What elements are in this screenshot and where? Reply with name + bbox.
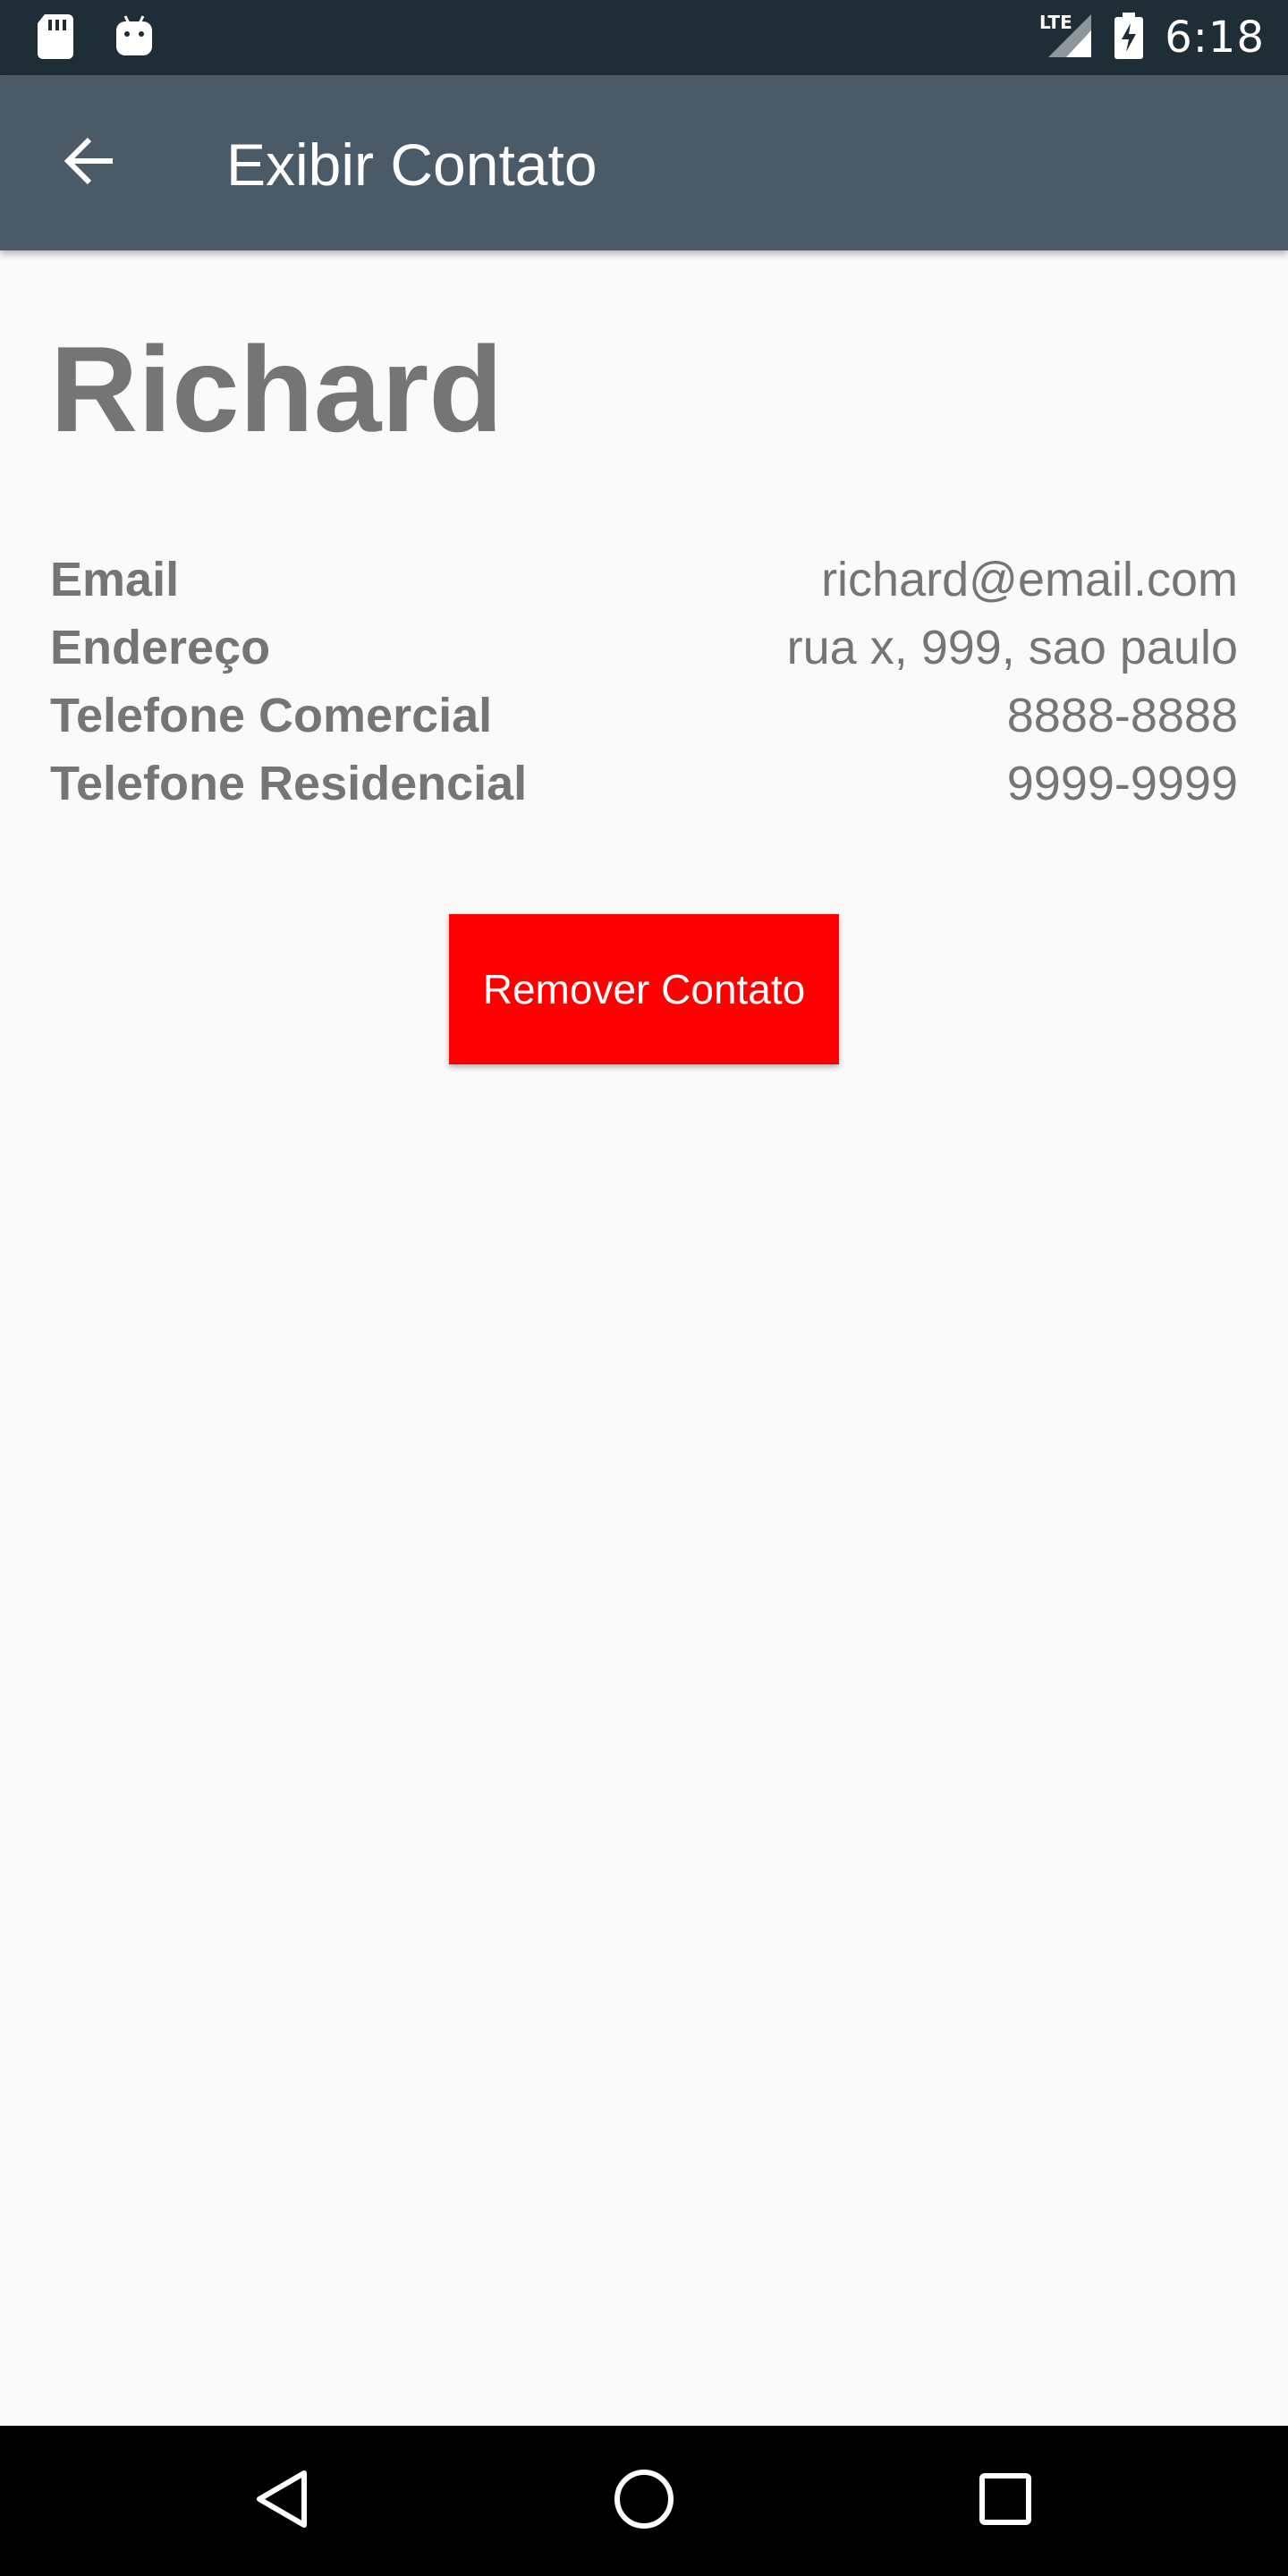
status-notifications xyxy=(36,13,154,63)
detail-row-email: Email richard@email.com xyxy=(50,546,1238,614)
arrow-back-icon xyxy=(63,134,116,192)
navigation-bar xyxy=(0,2426,1288,2576)
detail-row-address: Endereço rua x, 999, sao paulo xyxy=(50,614,1238,682)
back-button[interactable] xyxy=(54,127,125,199)
work-phone-label: Telefone Comercial xyxy=(50,689,493,742)
home-circle-icon xyxy=(612,2467,676,2536)
page-title: Exibir Contato xyxy=(226,131,597,198)
email-label: Email xyxy=(50,553,180,606)
nav-home-button[interactable] xyxy=(599,2456,689,2546)
home-phone-label: Telefone Residencial xyxy=(50,757,528,810)
app-bar: Exibir Contato xyxy=(0,75,1288,250)
status-bar: LTE 6:18 xyxy=(0,0,1288,75)
battery-charging-icon xyxy=(1113,11,1145,65)
email-value: richard@email.com xyxy=(821,553,1238,606)
remove-contact-button[interactable]: Remover Contato xyxy=(449,914,839,1064)
status-time: 6:18 xyxy=(1165,13,1265,63)
sd-card-icon xyxy=(36,13,75,64)
contact-name: Richard xyxy=(50,321,504,457)
address-label: Endereço xyxy=(50,621,271,674)
contact-details: Email richard@email.com Endereço rua x, … xyxy=(50,546,1238,818)
nav-back-button[interactable] xyxy=(238,2456,327,2546)
address-value: rua x, 999, sao paulo xyxy=(786,621,1238,674)
work-phone-value: 8888-8888 xyxy=(1006,689,1238,742)
status-system: LTE 6:18 xyxy=(1039,0,1265,75)
detail-row-home-phone: Telefone Residencial 9999-9999 xyxy=(50,750,1238,818)
lte-signal-icon: LTE xyxy=(1039,11,1093,65)
screen: LTE 6:18 Exibir Contato Richard Email ri… xyxy=(0,0,1288,2576)
back-triangle-icon xyxy=(254,2468,311,2535)
lte-label: LTE xyxy=(1039,12,1072,33)
nav-recents-button[interactable] xyxy=(961,2456,1050,2546)
android-icon xyxy=(114,13,154,64)
home-phone-value: 9999-9999 xyxy=(1006,757,1238,810)
recents-square-icon xyxy=(977,2470,1034,2532)
detail-row-work-phone: Telefone Comercial 8888-8888 xyxy=(50,682,1238,750)
